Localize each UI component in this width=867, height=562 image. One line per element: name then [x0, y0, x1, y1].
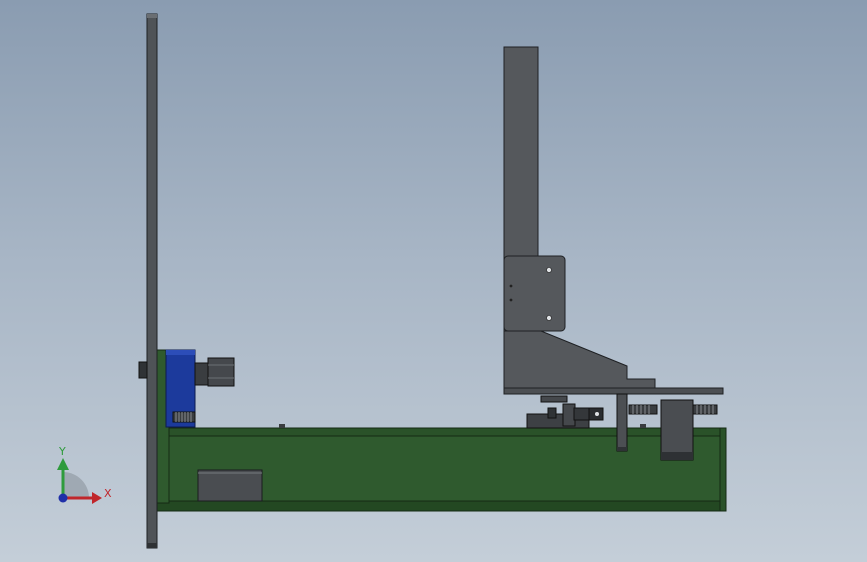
washer [573, 407, 591, 421]
mount-hole-top [546, 267, 552, 273]
assembly-side-view[interactable]: Y X [0, 0, 867, 562]
x-axis-arrow [92, 492, 102, 504]
hex-nut [562, 403, 576, 427]
base-top-rail [156, 427, 727, 437]
x-axis-label: X [104, 487, 112, 500]
adjuster-block-base [661, 452, 693, 460]
mount-pin-lower [509, 298, 513, 302]
bracket-mount-plate [503, 255, 566, 332]
y-axis-label: Y [58, 445, 66, 458]
vertical-plate-body [146, 13, 158, 549]
mount-hole-bottom [546, 315, 552, 321]
base-cutout-panel [197, 469, 263, 502]
vertical-plate-bottom-edge [147, 543, 157, 548]
nut-left [547, 407, 557, 419]
base-bottom-rail [156, 500, 723, 512]
coupler-hole [595, 412, 599, 416]
base-frame[interactable] [156, 349, 727, 512]
cad-graphics-viewport[interactable]: Y X [0, 0, 867, 562]
bracket-gusset [503, 330, 656, 389]
bolt-hex-head [207, 357, 235, 387]
drop-arm [616, 393, 628, 452]
coordinate-triad: Y X [57, 445, 112, 504]
triad-plane [63, 472, 89, 498]
base-pin-right [640, 424, 646, 428]
vertical-bracket-assembly[interactable] [503, 46, 724, 395]
y-axis-arrow [57, 458, 69, 470]
rail-spacer [540, 395, 568, 403]
drop-arm-foot [617, 447, 627, 451]
bolt-tip-left [138, 361, 148, 379]
clamp-block-top [166, 350, 195, 355]
base-end-cap [719, 427, 727, 512]
z-axis-dot [58, 493, 68, 503]
mount-pin-upper [509, 284, 513, 288]
adjuster-block [660, 399, 694, 461]
base-pin [279, 424, 285, 428]
bracket-base-rail [503, 387, 724, 395]
vertical-plate-top-edge [147, 14, 157, 18]
vertical-plate[interactable] [146, 13, 158, 549]
